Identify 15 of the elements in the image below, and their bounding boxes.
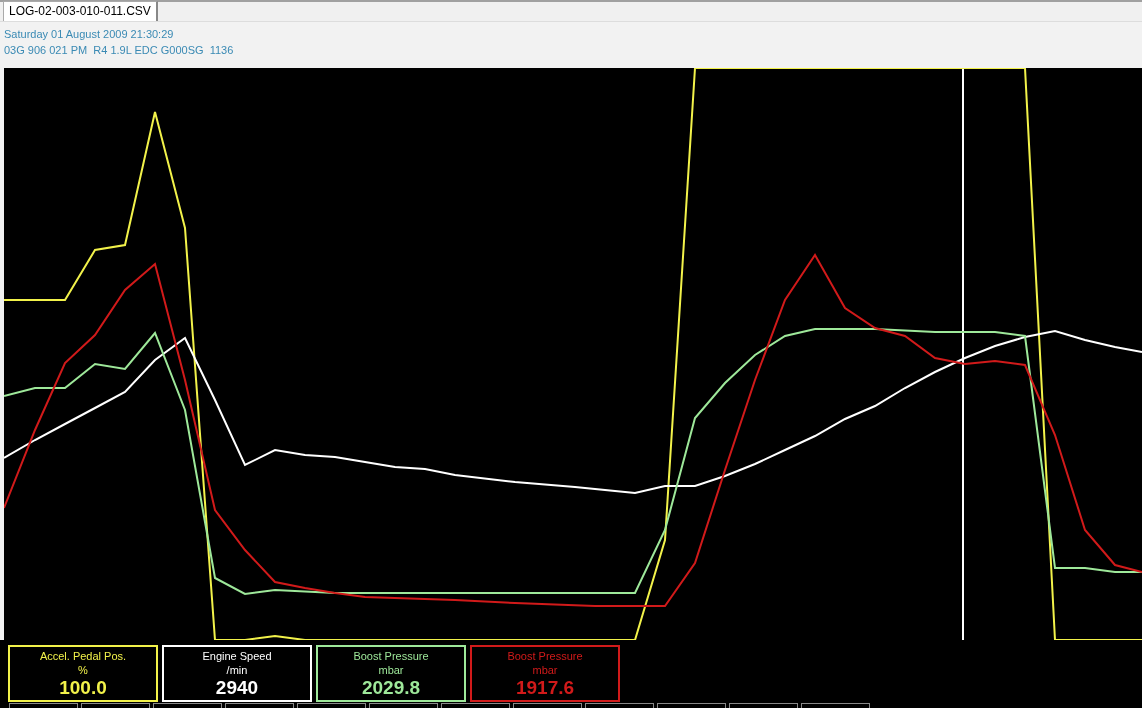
channel-name: Boost Pressure xyxy=(506,649,584,663)
channel-value: 2940 xyxy=(214,677,260,699)
date-label: Saturday 01 August 2009 21:30:29 xyxy=(4,27,175,42)
channel-unit: /min xyxy=(225,663,249,677)
channel-name: Accel. Pedal Pos. xyxy=(38,649,128,663)
ecu-label: 03G 906 021 PM R4 1.9L EDC G000SG 1136 xyxy=(4,43,235,58)
channel-value: 2029.8 xyxy=(360,677,422,699)
channel-unit: % xyxy=(77,663,89,677)
channel-name: Engine Speed xyxy=(201,649,273,663)
channel-unit: mbar xyxy=(377,663,405,677)
file-tab[interactable]: LOG-02-003-010-011.CSV xyxy=(3,1,158,21)
channel-value: 100.0 xyxy=(58,677,108,699)
channel-name: Boost Pressure xyxy=(352,649,430,663)
channel-unit: mbar xyxy=(531,663,559,677)
channel-value: 1917.6 xyxy=(514,677,576,699)
